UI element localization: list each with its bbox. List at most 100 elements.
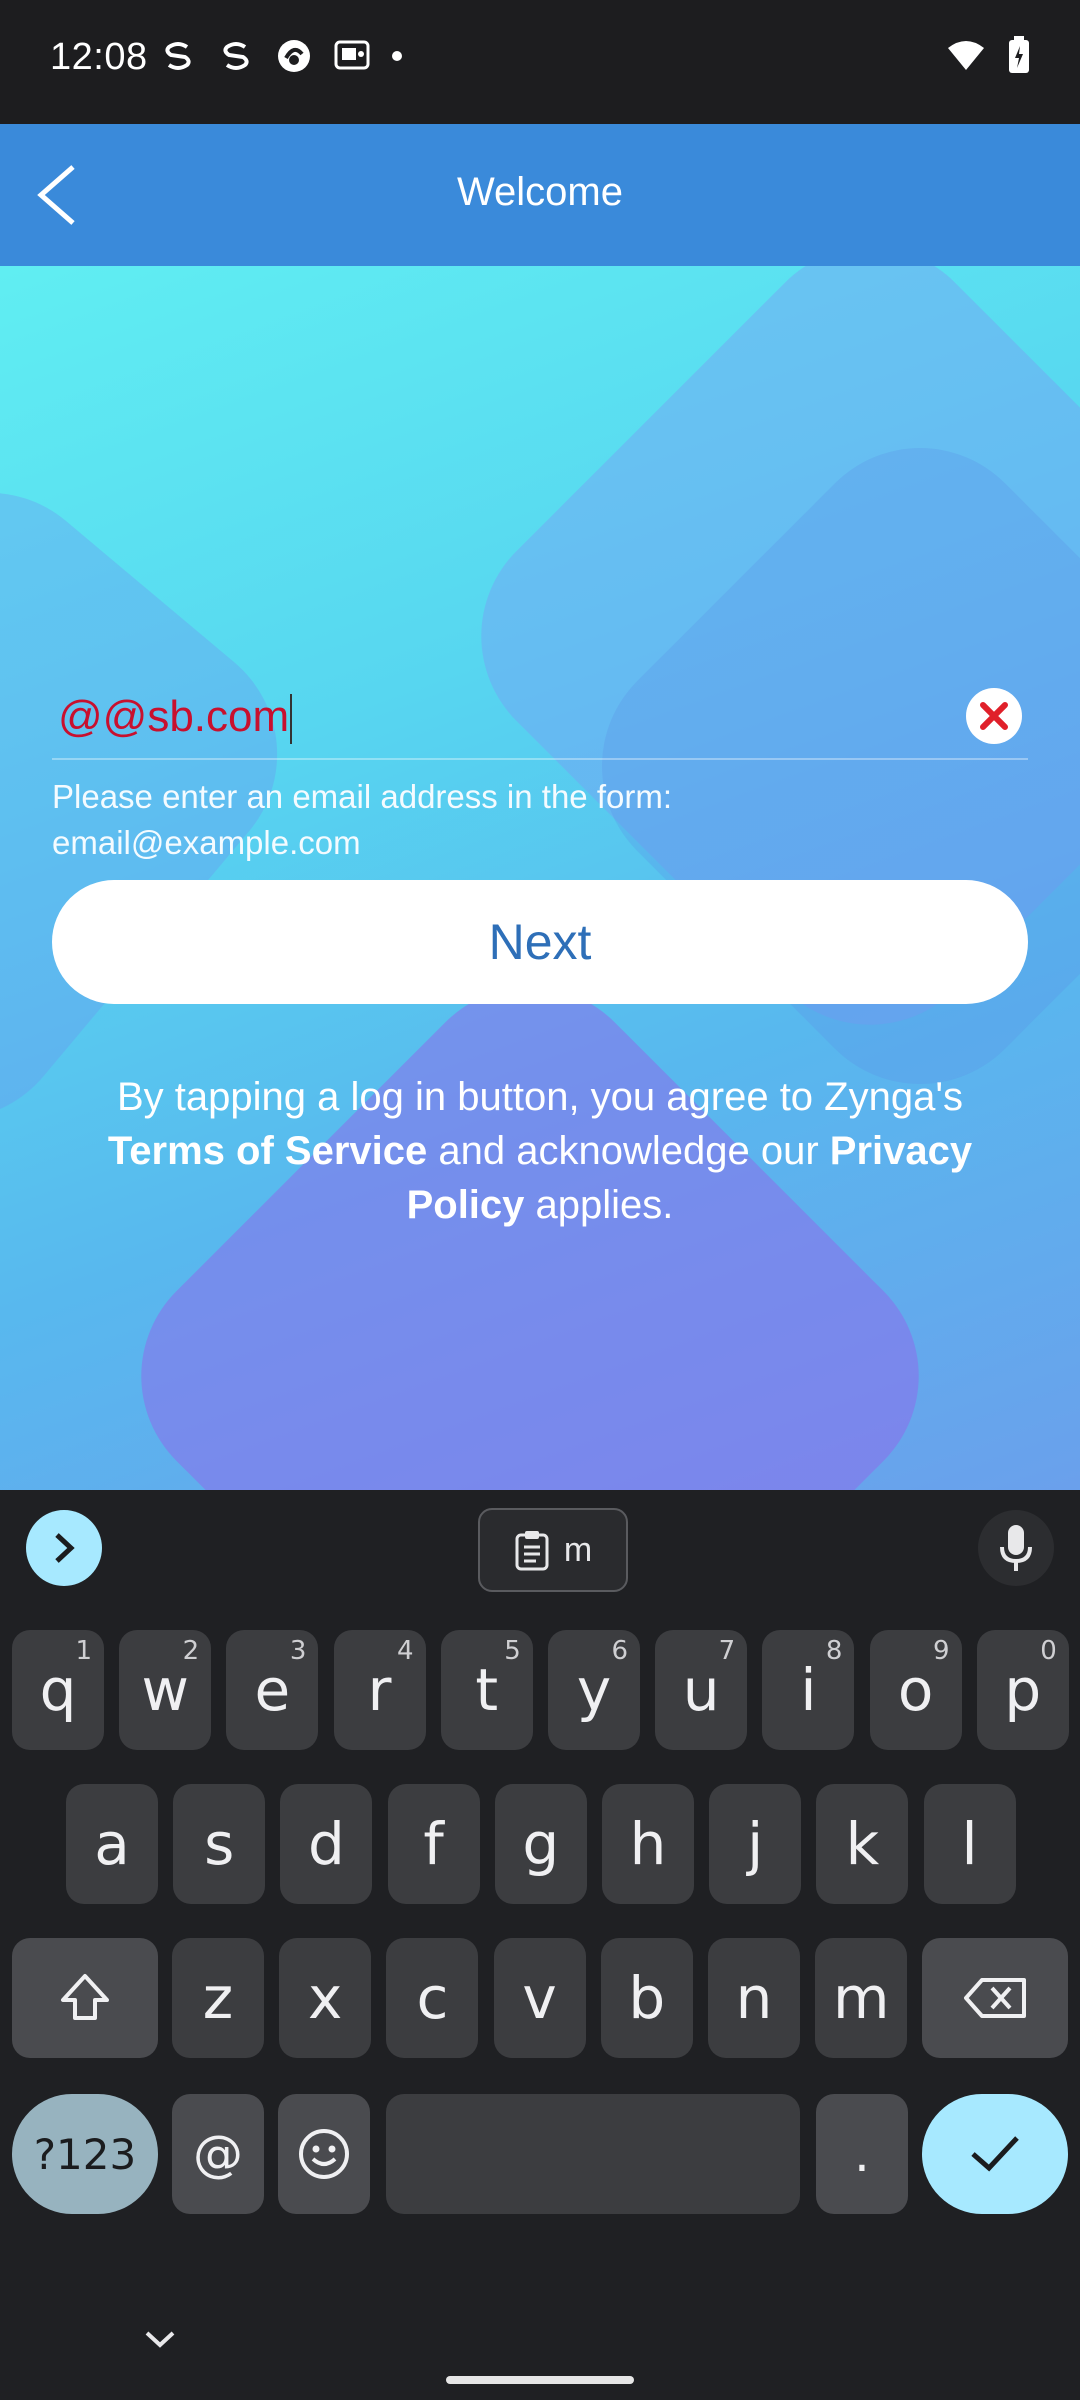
key-label: i <box>800 1656 817 1724</box>
key-i[interactable]: i8 <box>762 1630 855 1750</box>
status-time: 12:08 <box>50 36 148 78</box>
key-v[interactable]: v <box>493 1938 586 2058</box>
key-b[interactable]: b <box>600 1938 693 2058</box>
key-y[interactable]: y6 <box>548 1630 640 1750</box>
key-label: c <box>416 1964 449 2032</box>
privacy-policy-link[interactable]: Policy <box>407 1183 525 1227</box>
clear-input-button[interactable] <box>966 688 1022 744</box>
email-error-message: Please enter an email address in the for… <box>52 774 1028 866</box>
email-field[interactable]: @@sb.com <box>52 666 1028 760</box>
battery-icon <box>1008 36 1030 79</box>
page-title: Welcome <box>457 170 623 214</box>
key-label: u <box>682 1656 720 1724</box>
key-m[interactable]: m <box>815 1938 908 2058</box>
key-f[interactable]: f <box>387 1784 480 1904</box>
key-w[interactable]: w2 <box>119 1630 212 1750</box>
hide-keyboard-button[interactable] <box>140 2320 180 2360</box>
voice-input-button[interactable] <box>978 1510 1054 1586</box>
key-label: n <box>735 1964 773 2032</box>
key-q[interactable]: q1 <box>12 1630 104 1750</box>
welcome-content: @@sb.com Please enter an email address i… <box>0 266 1080 1490</box>
key-j[interactable]: j <box>709 1784 802 1904</box>
s-sync-icon <box>160 38 196 74</box>
key-number-hint: 5 <box>504 1636 521 1666</box>
key-number-hint: 1 <box>75 1636 92 1666</box>
shift-key[interactable] <box>12 1938 158 2058</box>
close-icon <box>980 702 1008 730</box>
symbols-key[interactable]: ?123 <box>12 2094 158 2214</box>
key-d[interactable]: d <box>280 1784 373 1904</box>
key-number-hint: 4 <box>397 1636 414 1666</box>
space-key[interactable] <box>386 2094 800 2214</box>
terms-of-service-link[interactable]: Terms of Service <box>108 1129 427 1173</box>
key-p[interactable]: p0 <box>976 1630 1069 1750</box>
key-number-hint: 2 <box>182 1636 200 1666</box>
microphone-icon <box>1000 1525 1032 1571</box>
key-c[interactable]: c <box>386 1938 479 2058</box>
wifi-icon <box>946 38 986 77</box>
more-notifications-dot <box>392 51 402 61</box>
checkmark-icon <box>971 2136 1019 2172</box>
key-r[interactable]: r4 <box>333 1630 426 1750</box>
key-s[interactable]: s <box>173 1784 266 1904</box>
enter-done-key[interactable] <box>922 2094 1068 2214</box>
legal-notice: By tapping a log in button, you agree to… <box>60 1070 1020 1232</box>
key-u[interactable]: u7 <box>655 1630 748 1750</box>
system-icons <box>946 36 1030 79</box>
clipboard-text: m <box>563 1530 593 1569</box>
clipboard-suggestion[interactable]: m <box>478 1508 628 1592</box>
text-cursor <box>290 694 293 745</box>
key-o[interactable]: o9 <box>869 1630 962 1750</box>
next-button[interactable]: Next <box>52 880 1028 1004</box>
at-key[interactable]: @ <box>172 2094 264 2214</box>
key-l[interactable]: l <box>923 1784 1016 1904</box>
key-label: k <box>845 1810 880 1878</box>
keyboard-toolbar: m <box>0 1490 1080 1610</box>
status-bar: 12:08 <box>0 0 1080 124</box>
emoji-key[interactable] <box>278 2094 370 2214</box>
email-input[interactable]: @@sb.com <box>58 692 293 745</box>
key-a[interactable]: a <box>66 1784 158 1904</box>
error-line: Please enter an email address in the for… <box>52 778 672 815</box>
key-k[interactable]: k <box>816 1784 909 1904</box>
backspace-icon <box>964 1978 1026 2018</box>
key-label: s <box>204 1810 235 1878</box>
privacy-policy-link[interactable]: Privacy <box>830 1129 972 1173</box>
key-label: j <box>747 1810 764 1878</box>
key-g[interactable]: g <box>494 1784 587 1904</box>
key-x[interactable]: x <box>279 1938 372 2058</box>
email-input-text: @@sb.com <box>58 692 290 741</box>
app-circle-icon <box>276 38 312 74</box>
notification-icons <box>160 38 402 74</box>
key-n[interactable]: n <box>708 1938 800 2058</box>
key-label: t <box>475 1656 499 1724</box>
key-label: z <box>202 1964 234 2032</box>
home-gesture-bar[interactable] <box>446 2376 634 2384</box>
clipboard-icon <box>515 1531 549 1571</box>
keyboard-expand-button[interactable] <box>26 1510 102 1586</box>
error-example: email@example.com <box>52 824 361 861</box>
period-key[interactable]: . <box>816 2094 908 2214</box>
key-label: v <box>522 1964 557 2032</box>
s-sync-icon <box>218 38 254 74</box>
emoji-icon <box>299 2129 349 2179</box>
key-number-hint: 7 <box>718 1636 736 1666</box>
legal-text: applies. <box>535 1183 674 1227</box>
key-number-hint: 9 <box>933 1636 950 1666</box>
key-e[interactable]: e3 <box>226 1630 319 1750</box>
key-number-hint: 3 <box>289 1636 307 1666</box>
screen-icon <box>334 38 370 74</box>
key-label: q <box>39 1656 77 1724</box>
key-number-hint: 0 <box>1040 1636 1057 1666</box>
backspace-key[interactable] <box>922 1938 1068 2058</box>
key-h[interactable]: h <box>602 1784 694 1904</box>
app-header: Welcome <box>0 124 1080 266</box>
key-z[interactable]: z <box>172 1938 264 2058</box>
chevron-down-icon <box>145 2331 175 2348</box>
key-label: o <box>897 1656 934 1724</box>
key-label: d <box>307 1810 345 1878</box>
legal-text: By tapping a log in button, you agree to… <box>117 1075 963 1119</box>
key-t[interactable]: t5 <box>440 1630 533 1750</box>
key-label: p <box>1004 1656 1042 1724</box>
key-label: y <box>576 1656 612 1724</box>
